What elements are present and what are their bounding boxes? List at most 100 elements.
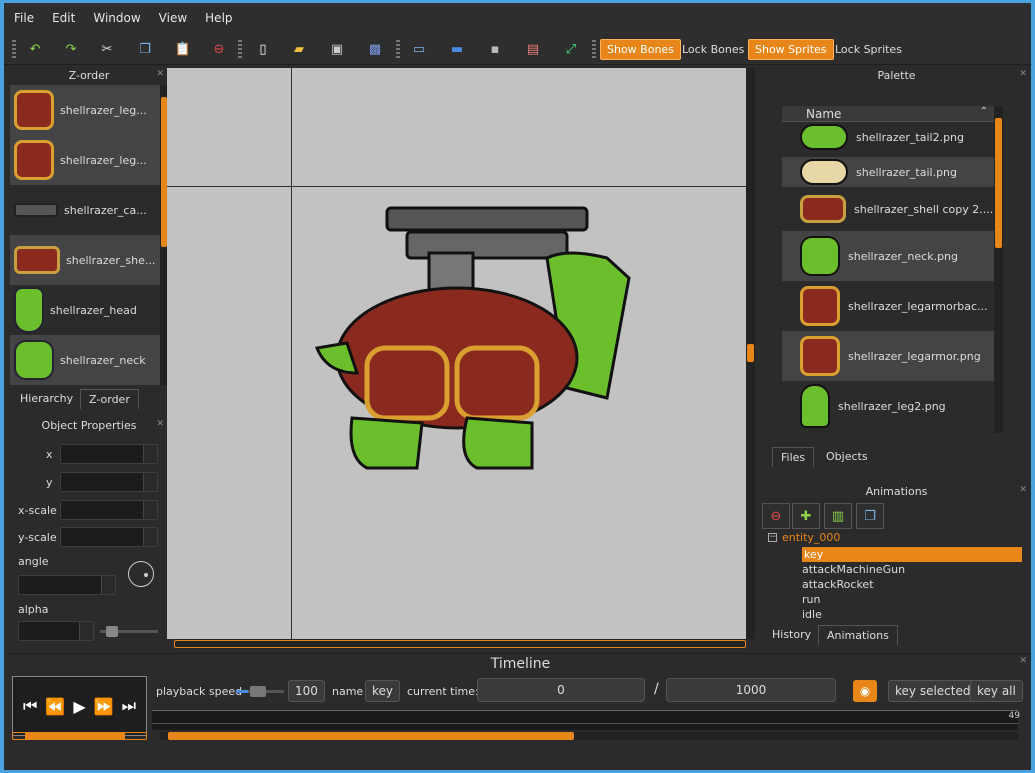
list-item[interactable]: shellrazer_head [10,285,160,335]
playback-speed-slider[interactable] [236,686,284,697]
canvas-vertical-scrollbar[interactable] [746,68,755,639]
collapse-icon[interactable]: − [768,533,777,542]
playback-speed-value[interactable]: 100 [288,680,325,702]
list-item[interactable]: shellrazer_leg2.png [782,381,994,431]
animation-item[interactable]: attackMachineGun [802,562,905,577]
tab-history[interactable]: History [764,625,819,645]
slider-handle[interactable] [106,626,118,637]
animation-item[interactable]: run [802,592,820,607]
yscale-spinbox[interactable] [60,527,158,547]
save-as-icon[interactable]: ▩ [364,39,386,59]
add-entity-icon[interactable]: ▥ [824,503,852,529]
animation-item[interactable]: idle [802,607,822,622]
list-item[interactable]: shellrazer_she... [10,235,160,285]
toolbar-grip[interactable] [592,40,596,58]
menu-file[interactable]: File [14,11,34,25]
list-item[interactable]: shellrazer_legarmor.png [782,331,994,381]
delete-animation-icon[interactable]: ⊖ [762,503,790,529]
list-item[interactable]: shellrazer_leg... [10,135,160,185]
fast-forward-icon[interactable]: ⏩ [94,697,114,716]
tab-hierarchy[interactable]: Hierarchy [12,389,81,409]
window-dark-icon[interactable]: ▬ [446,39,468,59]
alpha-slider[interactable] [100,626,158,637]
angle-spinbox[interactable] [18,575,116,595]
entity-node[interactable]: entity_000 [782,531,840,544]
animation-item[interactable]: attackRocket [802,577,874,592]
list-item[interactable]: shellrazer_ca... [10,185,160,235]
close-icon[interactable]: ✕ [1019,656,1027,666]
copy-animation-icon[interactable]: ❐ [856,503,884,529]
menu-help[interactable]: Help [205,11,232,25]
close-icon[interactable]: ✕ [156,69,164,79]
paste-icon[interactable]: 📋 [172,39,194,59]
open-folder-icon[interactable]: ▰ [288,39,310,59]
delete-icon[interactable]: ⊖ [208,39,230,59]
palette-scrollbar[interactable] [994,106,1003,433]
menu-window[interactable]: Window [93,11,140,25]
window-icon[interactable]: ▭ [408,39,430,59]
list-item[interactable]: shellrazer_leg... [10,85,160,135]
redo-icon[interactable]: ↷ [60,39,82,59]
menu-view[interactable]: View [159,11,187,25]
toolbar-grip[interactable] [238,40,242,58]
fit-view-icon[interactable]: ⤢ [560,39,582,59]
cut-icon[interactable]: ✂ [96,39,118,59]
scrollbar-thumb[interactable] [174,640,746,648]
scrollbar-thumb[interactable] [168,732,574,740]
close-icon[interactable]: ✕ [1019,485,1027,495]
close-icon[interactable]: ✕ [156,419,164,429]
palette-header[interactable]: Name ⌃ [782,106,994,122]
scrollbar-thumb[interactable] [995,118,1002,248]
xscale-spinbox[interactable] [60,500,158,520]
current-time-field[interactable]: 0 [477,678,645,702]
timeline-ruler[interactable]: 49 [152,710,1020,730]
canvas-horizontal-scrollbar[interactable] [174,639,746,649]
show-bones-button[interactable]: Show Bones [600,39,681,60]
key-all-button[interactable]: key all [970,680,1023,702]
name-column-header[interactable]: Name [806,107,841,121]
show-sprites-button[interactable]: Show Sprites [748,39,834,60]
animation-item[interactable]: key [802,547,1022,562]
controls-scrollbar[interactable] [12,732,147,740]
skip-to-end-icon[interactable]: ⏭ [122,696,136,716]
list-item[interactable]: shellrazer_tail.png [782,157,994,187]
list-item[interactable]: shellrazer_neck.png [782,231,994,281]
tab-zorder[interactable]: Z-order [80,389,139,409]
shellrazer-character-sprite[interactable] [307,198,647,498]
total-time-field[interactable]: 1000 [666,678,836,702]
x-spinbox[interactable] [60,444,158,464]
window-chart-icon[interactable]: ▤ [522,39,544,59]
list-item[interactable]: shellrazer_legarmorbac... [782,281,994,331]
scrollbar-thumb[interactable] [25,733,125,739]
close-icon[interactable]: ✕ [1019,69,1027,79]
list-item[interactable]: shellrazer_shell copy 2.... [782,187,994,231]
rewind-icon[interactable]: ⏪ [45,697,65,716]
lock-bones-button[interactable]: Lock Bones [676,39,750,60]
toolbar-grip[interactable] [396,40,400,58]
scrollbar-thumb[interactable] [747,344,754,362]
toolbar-grip[interactable] [12,40,16,58]
play-icon[interactable]: ▶ [73,697,85,716]
alpha-spinbox[interactable] [18,621,94,641]
undo-icon[interactable]: ↶ [24,39,46,59]
save-icon[interactable]: ▣ [326,39,348,59]
scene-canvas[interactable] [167,68,746,639]
menu-edit[interactable]: Edit [52,11,75,25]
timeline-scrollbar[interactable] [160,732,1018,740]
copy-icon[interactable]: ❐ [134,39,156,59]
y-spinbox[interactable] [60,472,158,492]
tab-objects[interactable]: Objects [818,447,876,467]
tab-files[interactable]: Files [772,447,815,467]
lock-sprites-button[interactable]: Lock Sprites [829,39,908,60]
list-item[interactable]: shellrazer_tail2.png [782,123,994,157]
name-value[interactable]: key [365,680,401,702]
slider-handle[interactable] [250,686,266,697]
sort-arrow-icon[interactable]: ⌃ [980,106,988,117]
key-selected-button[interactable]: key selected [888,680,978,702]
angle-dial[interactable] [128,561,154,587]
new-file-icon[interactable]: ▯ [252,39,274,59]
tab-animations[interactable]: Animations [818,625,898,645]
list-item[interactable]: shellrazer_neck [10,335,160,385]
window-grey-icon[interactable]: ▪ [484,39,506,59]
add-animation-icon[interactable]: ✚ [792,503,820,529]
